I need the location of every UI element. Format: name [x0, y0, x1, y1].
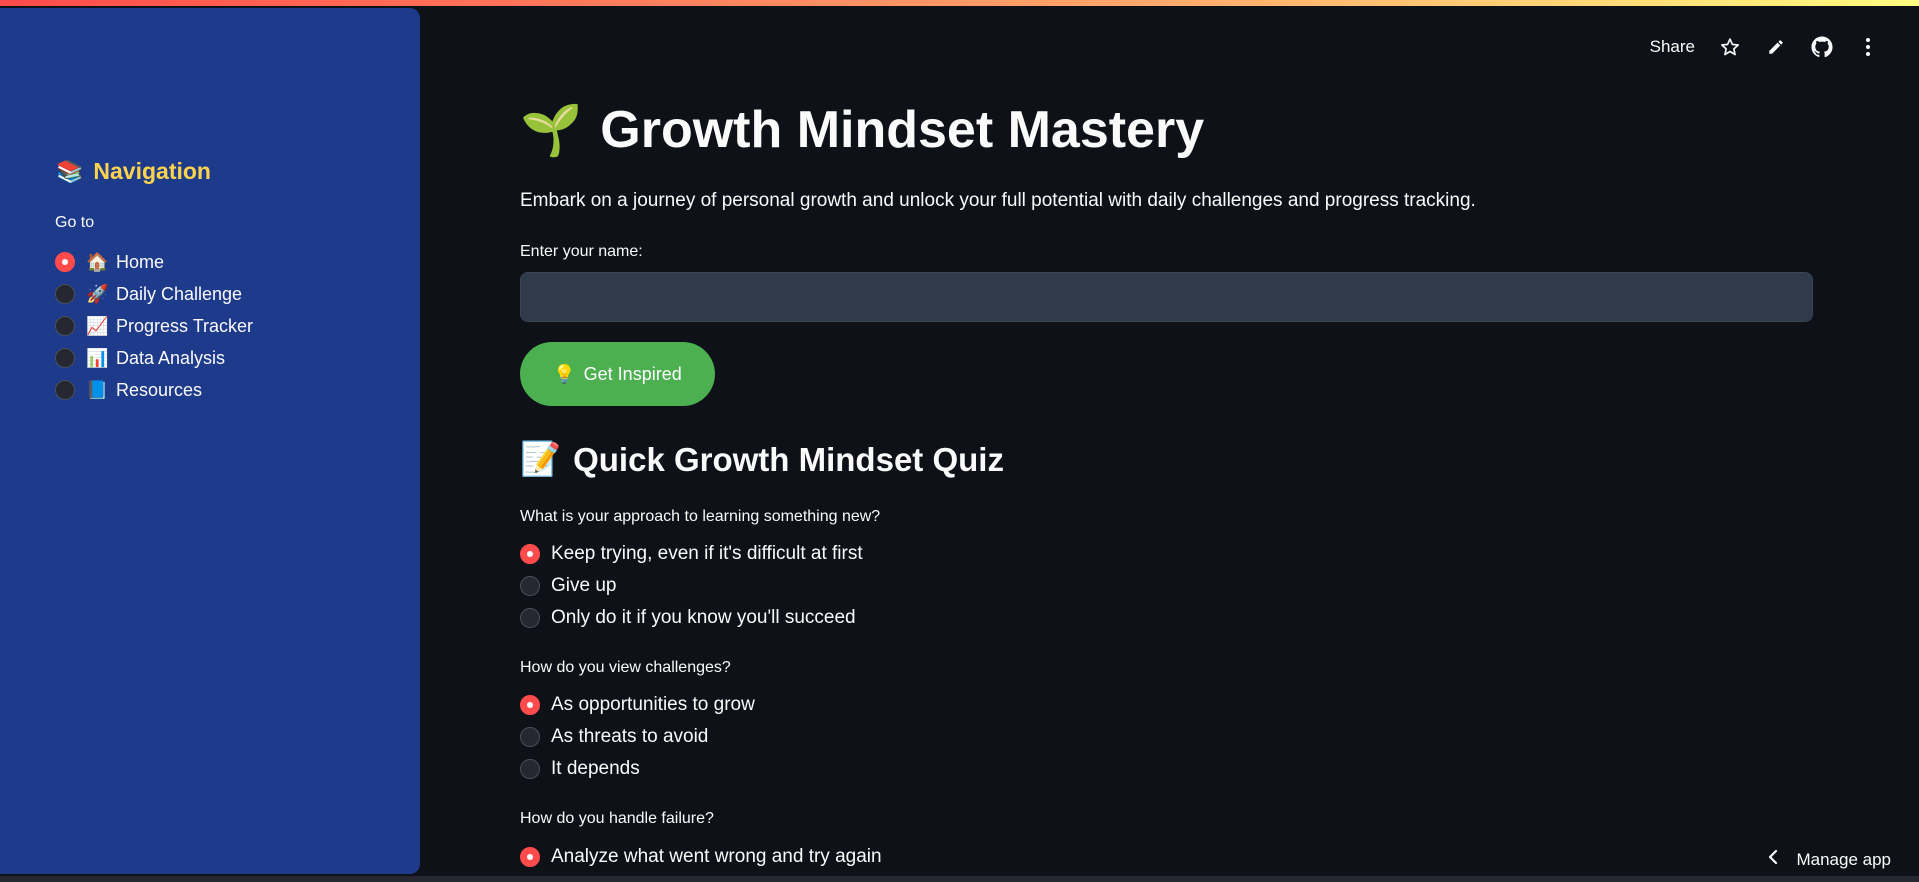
radio-unselected[interactable] — [520, 576, 540, 596]
nav-option-label: Home — [116, 251, 165, 272]
seedling-icon: 🌱 — [520, 101, 583, 158]
option-label: It depends — [551, 758, 640, 779]
manage-app-button[interactable]: Manage app — [1768, 849, 1891, 870]
nav-option-progress-tracker[interactable]: 📈 Progress Tracker — [55, 310, 253, 342]
radio-selected[interactable] — [520, 544, 540, 564]
question-option[interactable]: Analyze what went wrong and try again — [520, 841, 882, 873]
radio-unselected[interactable] — [55, 348, 75, 368]
name-input[interactable] — [520, 272, 1813, 322]
option-label: Give up — [551, 575, 617, 596]
page-title: 🌱 Growth Mindset Mastery — [520, 100, 1204, 160]
quiz-title-text: Quick Growth Mindset Quiz — [573, 440, 1004, 478]
github-icon[interactable] — [1811, 36, 1833, 58]
top-decoration-bar — [0, 0, 1919, 6]
option-label: Analyze what went wrong and try again — [551, 846, 882, 867]
nav-option-daily-challenge[interactable]: 🚀 Daily Challenge — [55, 278, 253, 310]
question-3-options: Analyze what went wrong and try again — [520, 841, 882, 873]
question-2-label: How do you view challenges? — [520, 659, 731, 676]
nav-option-home[interactable]: 🏠 Home — [55, 246, 253, 278]
question-option[interactable]: As threats to avoid — [520, 721, 755, 753]
house-icon: 🏠 — [86, 251, 109, 272]
nav-radio-group: 🏠 Home 🚀 Daily Challenge 📈 Progress Trac… — [55, 246, 253, 406]
radio-unselected[interactable] — [55, 316, 75, 336]
radio-unselected[interactable] — [55, 284, 75, 304]
radio-selected[interactable] — [55, 252, 75, 272]
radio-selected[interactable] — [520, 847, 540, 867]
chart-up-icon: 📈 — [86, 315, 109, 336]
book-icon: 📘 — [86, 379, 109, 400]
nav-option-resources[interactable]: 📘 Resources — [55, 374, 253, 406]
option-label: As threats to avoid — [551, 726, 709, 747]
radio-unselected[interactable] — [520, 759, 540, 779]
question-option[interactable]: It depends — [520, 753, 755, 785]
page-title-text: Growth Mindset Mastery — [600, 101, 1205, 159]
question-option[interactable]: Keep trying, even if it's difficult at f… — [520, 538, 863, 570]
question-2-options: As opportunities to grow As threats to a… — [520, 689, 755, 785]
star-icon[interactable] — [1719, 36, 1741, 58]
quiz-title: 📝 Quick Growth Mindset Quiz — [520, 440, 1004, 479]
goto-label: Go to — [55, 214, 95, 231]
nav-option-label: Progress Tracker — [116, 315, 254, 336]
radio-unselected[interactable] — [520, 608, 540, 628]
books-icon: 📚 — [56, 158, 84, 184]
nav-option-label: Data Analysis — [116, 347, 226, 368]
option-label: Keep trying, even if it's difficult at f… — [551, 543, 863, 564]
sidebar-title-text: Navigation — [93, 158, 211, 184]
question-option[interactable]: Give up — [520, 570, 863, 602]
option-label: As opportunities to grow — [551, 694, 755, 715]
chevron-left-icon — [1768, 849, 1778, 870]
radio-unselected[interactable] — [55, 380, 75, 400]
nav-option-data-analysis[interactable]: 📊 Data Analysis — [55, 342, 253, 374]
intro-text: Embark on a journey of personal growth a… — [520, 190, 1476, 211]
option-label: Only do it if you know you'll succeed — [551, 607, 856, 628]
header-actions: Share — [1650, 36, 1879, 58]
lightbulb-icon: 💡 — [553, 363, 576, 384]
nav-option-label: Resources — [116, 379, 203, 400]
bar-chart-icon: 📊 — [86, 347, 109, 368]
question-1-options: Keep trying, even if it's difficult at f… — [520, 538, 863, 634]
sidebar-title: 📚 Navigation — [56, 158, 211, 185]
memo-icon: 📝 — [520, 440, 562, 477]
bottom-strip — [0, 876, 1919, 882]
more-vertical-icon[interactable] — [1857, 36, 1879, 58]
sidebar: 📚 Navigation Go to 🏠 Home 🚀 Daily Challe… — [0, 8, 420, 874]
radio-selected[interactable] — [520, 695, 540, 715]
question-option[interactable]: Only do it if you know you'll succeed — [520, 602, 863, 634]
question-1-label: What is your approach to learning someth… — [520, 508, 881, 525]
get-inspired-button[interactable]: 💡 Get Inspired — [520, 342, 715, 406]
manage-app-label: Manage app — [1796, 849, 1891, 869]
name-input-label: Enter your name: — [520, 243, 643, 260]
pencil-icon[interactable] — [1765, 36, 1787, 58]
radio-unselected[interactable] — [520, 727, 540, 747]
rocket-icon: 🚀 — [86, 283, 109, 304]
get-inspired-label: Get Inspired — [583, 363, 682, 384]
question-3-label: How do you handle failure? — [520, 810, 714, 827]
share-button[interactable]: Share — [1650, 37, 1695, 57]
nav-option-label: Daily Challenge — [116, 283, 243, 304]
question-option[interactable]: As opportunities to grow — [520, 689, 755, 721]
